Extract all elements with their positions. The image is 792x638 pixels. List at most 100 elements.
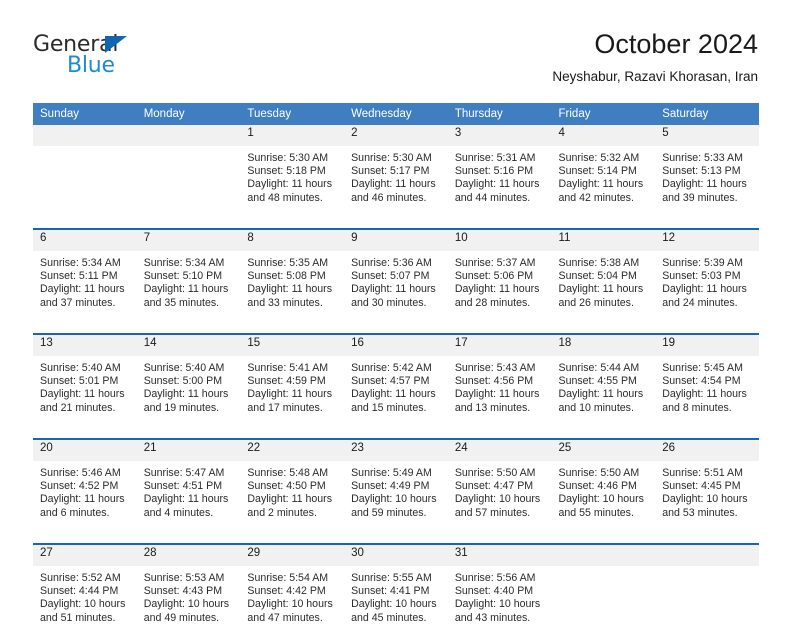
day-detail-line: Daylight: 11 hours bbox=[40, 283, 125, 296]
day-number-31[interactable]: 31 bbox=[447, 545, 552, 566]
triangle-icon bbox=[105, 36, 127, 53]
day-detail-line: Sunrise: 5:35 AM bbox=[247, 257, 329, 269]
day-detail-line: Daylight: 11 hours bbox=[454, 283, 540, 296]
day-detail-line: Sunset: 5:13 PM bbox=[662, 165, 741, 178]
day-detail-line: Sunset: 4:40 PM bbox=[454, 585, 534, 598]
day-detail-line: Daylight: 11 hours bbox=[662, 283, 747, 296]
day-number-empty bbox=[551, 545, 656, 566]
day-detail-line: Daylight: 11 hours bbox=[558, 283, 644, 296]
day-detail-line: and 57 minutes. bbox=[454, 506, 531, 519]
day-detail-line: Daylight: 11 hours bbox=[247, 493, 333, 506]
day-detail-line: Daylight: 11 hours bbox=[143, 388, 229, 401]
day-number-15[interactable]: 15 bbox=[240, 335, 345, 356]
day-detail-line: and 17 minutes. bbox=[247, 401, 323, 414]
day-details-27: Sunrise: 5:52 AM Sunset: 4:44 PM Daylight:… bbox=[33, 566, 137, 638]
day-detail-row: Sunrise: 5:34 AM Sunset: 5:11 PM Daylight:… bbox=[33, 251, 759, 323]
day-number-25[interactable]: 25 bbox=[551, 440, 656, 461]
day-detail-line: Daylight: 11 hours bbox=[143, 493, 229, 506]
day-number-9[interactable]: 9 bbox=[344, 230, 448, 251]
day-number-27[interactable]: 27 bbox=[33, 545, 137, 566]
day-number-4[interactable]: 4 bbox=[551, 125, 656, 146]
day-detail-line: and 15 minutes. bbox=[351, 401, 427, 414]
day-detail-line: Sunset: 5:07 PM bbox=[351, 270, 430, 283]
day-number-3[interactable]: 3 bbox=[447, 125, 552, 146]
day-detail-line: Sunset: 5:08 PM bbox=[247, 270, 326, 283]
day-number-16[interactable]: 16 bbox=[344, 335, 448, 356]
day-detail-line: Sunrise: 5:54 AM bbox=[247, 572, 329, 584]
week-spacer-cell bbox=[33, 428, 759, 438]
day-detail-line: and 47 minutes. bbox=[247, 611, 323, 624]
day-number-18[interactable]: 18 bbox=[551, 335, 656, 356]
day-number-11[interactable]: 11 bbox=[551, 230, 656, 251]
day-number-1[interactable]: 1 bbox=[240, 125, 345, 146]
day-detail-line: and 24 minutes. bbox=[662, 296, 738, 309]
day-detail-line: Daylight: 11 hours bbox=[247, 283, 333, 296]
day-details-empty bbox=[551, 566, 656, 638]
day-detail-line: Sunrise: 5:41 AM bbox=[247, 362, 329, 374]
day-number-12[interactable]: 12 bbox=[655, 230, 759, 251]
day-number-2[interactable]: 2 bbox=[344, 125, 448, 146]
page-header: General Blue October 2024 Neyshabur, Raz… bbox=[0, 0, 792, 83]
day-details-7: Sunrise: 5:34 AM Sunset: 5:10 PM Daylight:… bbox=[136, 251, 241, 323]
day-number-8[interactable]: 8 bbox=[240, 230, 345, 251]
day-number-13[interactable]: 13 bbox=[33, 335, 137, 356]
day-detail-line: and 49 minutes. bbox=[143, 611, 220, 624]
page-subtitle: Neyshabur, Razavi Khorasan, Iran bbox=[552, 68, 758, 84]
day-details-29: Sunrise: 5:54 AM Sunset: 4:42 PM Daylight:… bbox=[240, 566, 345, 638]
day-detail-line: Daylight: 10 hours bbox=[247, 598, 333, 611]
day-number-29[interactable]: 29 bbox=[240, 545, 345, 566]
day-detail-line: Sunrise: 5:43 AM bbox=[454, 362, 536, 374]
day-number-17[interactable]: 17 bbox=[447, 335, 552, 356]
day-detail-line: Sunrise: 5:33 AM bbox=[662, 152, 743, 164]
day-detail-line: Sunset: 4:50 PM bbox=[247, 480, 326, 493]
day-detail-line: Daylight: 10 hours bbox=[351, 598, 437, 611]
day-number-7[interactable]: 7 bbox=[136, 230, 241, 251]
week-spacer-cell bbox=[33, 323, 759, 333]
day-detail-line: Sunset: 4:49 PM bbox=[351, 480, 430, 493]
day-detail-line: Sunset: 5:10 PM bbox=[143, 270, 223, 283]
day-detail-row: Sunrise: 5:40 AM Sunset: 5:01 PM Daylight:… bbox=[33, 356, 759, 428]
day-detail-line: Sunset: 5:11 PM bbox=[40, 270, 118, 283]
day-number-24[interactable]: 24 bbox=[447, 440, 552, 461]
generalblue-logo[interactable]: General Blue bbox=[33, 34, 153, 80]
day-number-21[interactable]: 21 bbox=[136, 440, 241, 461]
day-number-20[interactable]: 20 bbox=[33, 440, 137, 461]
day-detail-line: and 48 minutes. bbox=[247, 191, 323, 204]
day-number-6[interactable]: 6 bbox=[33, 230, 137, 251]
day-detail-line: and 19 minutes. bbox=[143, 401, 220, 414]
day-detail-line: Sunrise: 5:32 AM bbox=[558, 152, 640, 164]
day-detail-line: Sunrise: 5:42 AM bbox=[351, 362, 432, 374]
day-detail-line: and 51 minutes. bbox=[40, 611, 116, 624]
day-number-30[interactable]: 30 bbox=[344, 545, 448, 566]
day-detail-line: Sunset: 5:16 PM bbox=[454, 165, 534, 178]
day-detail-line: and 30 minutes. bbox=[351, 296, 427, 309]
day-detail-line: and 43 minutes. bbox=[454, 611, 531, 624]
day-detail-line: Sunset: 4:52 PM bbox=[40, 480, 119, 493]
day-detail-line: Sunrise: 5:30 AM bbox=[247, 152, 329, 164]
page-title: October 2024 bbox=[594, 29, 758, 59]
day-detail-line: Daylight: 11 hours bbox=[351, 178, 436, 191]
day-details-8: Sunrise: 5:35 AM Sunset: 5:08 PM Daylight:… bbox=[240, 251, 345, 323]
day-detail-line: Sunset: 4:59 PM bbox=[247, 375, 326, 388]
day-detail-line: Sunset: 5:04 PM bbox=[558, 270, 637, 283]
day-detail-line: Sunrise: 5:45 AM bbox=[662, 362, 743, 374]
day-detail-line: Sunset: 4:51 PM bbox=[143, 480, 223, 493]
day-number-23[interactable]: 23 bbox=[344, 440, 448, 461]
day-detail-line: Sunrise: 5:38 AM bbox=[558, 257, 640, 269]
day-detail-line: Daylight: 11 hours bbox=[351, 283, 436, 296]
day-number-10[interactable]: 10 bbox=[447, 230, 552, 251]
day-number-28[interactable]: 28 bbox=[136, 545, 241, 566]
day-detail-line: Daylight: 11 hours bbox=[40, 493, 125, 506]
day-detail-line: Sunset: 5:03 PM bbox=[662, 270, 741, 283]
day-number-5[interactable]: 5 bbox=[655, 125, 759, 146]
day-number-22[interactable]: 22 bbox=[240, 440, 345, 461]
day-number-26[interactable]: 26 bbox=[655, 440, 759, 461]
day-detail-line: and 2 minutes. bbox=[247, 506, 317, 519]
week-spacer bbox=[33, 428, 759, 438]
day-detail-line: Sunset: 4:41 PM bbox=[351, 585, 430, 598]
day-detail-line: Sunrise: 5:46 AM bbox=[40, 467, 121, 479]
day-number-14[interactable]: 14 bbox=[136, 335, 241, 356]
day-number-19[interactable]: 19 bbox=[655, 335, 759, 356]
title-block: October 2024 Neyshabur, Razavi Khorasan,… bbox=[552, 29, 758, 84]
day-detail-line: Sunset: 4:42 PM bbox=[247, 585, 326, 598]
